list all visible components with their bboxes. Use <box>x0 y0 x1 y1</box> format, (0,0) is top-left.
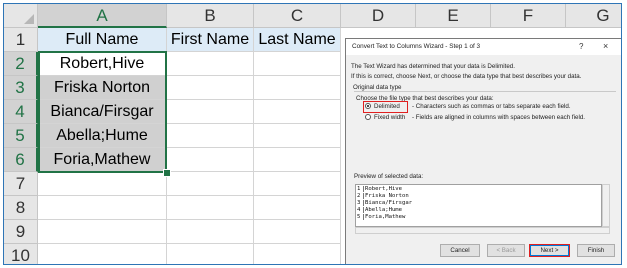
column-header-f[interactable]: F <box>491 4 566 28</box>
cell-a6[interactable]: Foria,Mathew <box>38 148 167 172</box>
fixed-width-description: - Fields are aligned in columns with spa… <box>412 114 585 121</box>
fill-handle[interactable] <box>163 169 171 177</box>
delimited-label[interactable]: Delimited <box>374 103 400 110</box>
preview-line: 1 Robert,Hive <box>357 186 403 192</box>
column-header-a[interactable]: A <box>38 4 167 28</box>
cell-a10[interactable] <box>38 244 167 264</box>
preview-vertical-scrollbar[interactable] <box>602 184 610 227</box>
cell-b8[interactable] <box>167 196 254 220</box>
row-header-3[interactable]: 3 <box>4 76 38 100</box>
preview-horizontal-scrollbar[interactable] <box>355 227 610 234</box>
cell-a9[interactable] <box>38 220 167 244</box>
cell-a3[interactable]: Friska Norton <box>38 76 167 100</box>
finish-button[interactable]: Finish <box>577 244 615 257</box>
preview-line: 3 Bianca/Firsgar <box>357 200 413 206</box>
cell-c3[interactable] <box>254 76 341 100</box>
preview-line: 2 Friska Norton <box>357 193 409 199</box>
cell-c2[interactable] <box>254 52 341 76</box>
column-header-e[interactable]: E <box>416 4 491 28</box>
cell-b7[interactable] <box>167 172 254 196</box>
fixed-width-radio[interactable] <box>365 114 371 120</box>
cancel-button[interactable]: Cancel <box>440 244 480 257</box>
wizard-intro-text: The Text Wizard has determined that your… <box>351 63 515 70</box>
screenshot-frame: A B C D E F G 1 2 3 4 5 6 7 8 9 10 Full … <box>3 3 622 265</box>
row-header-6[interactable]: 6 <box>4 148 38 172</box>
preview-label: Preview of selected data: <box>354 173 424 180</box>
row-header-10[interactable]: 10 <box>4 244 38 264</box>
cell-c10[interactable] <box>254 244 341 264</box>
row-header-5[interactable]: 5 <box>4 124 38 148</box>
column-header-c[interactable]: C <box>254 4 341 28</box>
preview-line: 5 Foria,Mathew <box>357 214 406 220</box>
delimited-description: - Characters such as commas or tabs sepa… <box>412 103 571 110</box>
cell-c7[interactable] <box>254 172 341 196</box>
fixed-width-label[interactable]: Fixed width <box>374 114 405 121</box>
cell-c5[interactable] <box>254 124 341 148</box>
row-header-8[interactable]: 8 <box>4 196 38 220</box>
back-button[interactable]: < Back <box>487 244 525 257</box>
select-all-corner[interactable] <box>4 4 38 28</box>
cell-b3[interactable] <box>167 76 254 100</box>
cell-b2[interactable] <box>167 52 254 76</box>
next-button[interactable]: Next > <box>529 244 570 257</box>
cell-a8[interactable] <box>38 196 167 220</box>
cell-b1-first-name[interactable]: First Name <box>167 28 254 52</box>
help-icon[interactable]: ? <box>579 42 583 51</box>
select-all-triangle-icon <box>24 14 34 24</box>
text-to-columns-dialog: Convert Text to Columns Wizard - Step 1 … <box>345 38 621 264</box>
row-header-1[interactable]: 1 <box>4 28 38 52</box>
cell-c6[interactable] <box>254 148 341 172</box>
preview-line: 4 Abella;Hume <box>357 207 403 213</box>
dialog-title: Convert Text to Columns Wizard - Step 1 … <box>352 43 481 50</box>
group-label: Original data type <box>353 84 402 91</box>
wizard-instruction-text: If this is correct, choose Next, or choo… <box>351 73 582 80</box>
column-header-b[interactable]: B <box>167 4 254 28</box>
cell-a5[interactable]: Abella;Hume <box>38 124 167 148</box>
cell-b5[interactable] <box>167 124 254 148</box>
row-header-4[interactable]: 4 <box>4 100 38 124</box>
cell-b9[interactable] <box>167 220 254 244</box>
close-icon[interactable]: × <box>603 41 608 51</box>
column-header-g[interactable]: G <box>566 4 621 28</box>
row-header-7[interactable]: 7 <box>4 172 38 196</box>
cell-a1-full-name[interactable]: Full Name <box>38 28 167 52</box>
cell-a2[interactable]: Robert,Hive <box>38 52 167 76</box>
row-header-9[interactable]: 9 <box>4 220 38 244</box>
cell-b10[interactable] <box>167 244 254 264</box>
cell-c9[interactable] <box>254 220 341 244</box>
cell-c4[interactable] <box>254 100 341 124</box>
cell-b6[interactable] <box>167 148 254 172</box>
data-preview-pane[interactable]: 1 Robert,Hive 2 Friska Norton 3 Bianca/Firs… <box>355 184 602 227</box>
delimited-radio[interactable] <box>365 103 371 109</box>
cell-c1-last-name[interactable]: Last Name <box>254 28 341 52</box>
row-header-2[interactable]: 2 <box>4 52 38 76</box>
cell-a4[interactable]: Bianca/Firsgar <box>38 100 167 124</box>
cell-a7[interactable] <box>38 172 167 196</box>
cell-b4[interactable] <box>167 100 254 124</box>
dialog-titlebar: Convert Text to Columns Wizard - Step 1 … <box>346 39 621 55</box>
column-header-d[interactable]: D <box>341 4 416 28</box>
cell-c8[interactable] <box>254 196 341 220</box>
